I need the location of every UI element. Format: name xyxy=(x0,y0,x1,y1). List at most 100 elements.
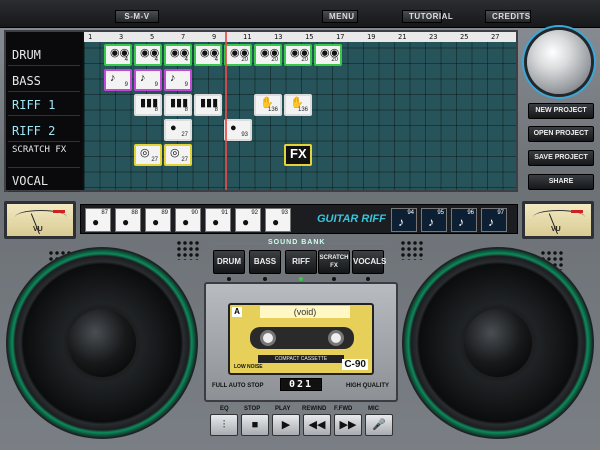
clip-number: 20 xyxy=(301,57,308,63)
clip-number: 9 xyxy=(124,82,128,88)
sample-number: 96 xyxy=(467,210,474,216)
track-label-scratch[interactable]: SCRATCH FX xyxy=(8,144,80,168)
clip-number: 4 xyxy=(154,57,158,63)
timeline-ruler[interactable]: 1 3 5 7 9 11 13 15 17 19 21 23 25 27 xyxy=(84,32,516,42)
bass-clip[interactable]: ♪ 9 xyxy=(104,69,132,91)
sample-tile[interactable]: ● 91 xyxy=(205,208,231,232)
bank-scratch-fx-button[interactable]: SCRATCH FX xyxy=(318,250,350,274)
track-label-riff2[interactable]: RIFF 2 xyxy=(8,120,80,142)
fast-forward-button[interactable]: ▶▶ xyxy=(334,414,362,436)
sample-number: 89 xyxy=(161,210,168,216)
ruler-tick: 19 xyxy=(367,33,376,41)
drum-clip[interactable]: ◉◉ 20 xyxy=(314,44,342,66)
head-icon: ● xyxy=(242,215,250,229)
mic-button[interactable]: 🎤 xyxy=(365,414,393,436)
play-icon: ▶ xyxy=(281,419,291,431)
credits-button[interactable]: CREDITS xyxy=(485,10,531,23)
bank-vocals-button[interactable]: VOCALS xyxy=(352,250,386,274)
ruler-tick: 15 xyxy=(305,33,314,41)
logo-button[interactable]: S-M-V xyxy=(115,10,159,23)
stop-label: STOP xyxy=(244,406,261,412)
sample-tile[interactable]: ● 93 xyxy=(265,208,291,232)
track-label-bass[interactable]: BASS xyxy=(8,70,80,92)
save-project-button[interactable]: SAVE PROJECT xyxy=(528,150,594,166)
eq-button[interactable]: ⫶ xyxy=(210,414,238,436)
right-speaker-cone xyxy=(464,309,532,377)
track-label-vocal[interactable]: VOCAL xyxy=(8,170,80,192)
sound-bank-title: SOUND BANK xyxy=(268,239,326,246)
tutorial-button[interactable]: TUTORIAL xyxy=(402,10,453,23)
track-label-riff1[interactable]: RIFF 1 xyxy=(8,94,80,116)
drum-clip[interactable]: ◉◉ 4 xyxy=(134,44,162,66)
vu-label: VU xyxy=(551,226,561,233)
riff1-clip[interactable]: ▮▮▮ 8 xyxy=(134,94,162,116)
clip-number: 136 xyxy=(297,107,308,113)
sample-number: 93 xyxy=(281,210,288,216)
drum-clip[interactable]: ◉◉ 4 xyxy=(104,44,132,66)
open-project-button[interactable]: OPEN PROJECT xyxy=(528,126,594,142)
drum-clip[interactable]: ◉◉ 4 xyxy=(164,44,192,66)
ruler-tick: 23 xyxy=(429,33,438,41)
sample-tile[interactable]: ♪ 97 xyxy=(481,208,507,232)
drum-clip[interactable]: ◉◉ 4 xyxy=(194,44,222,66)
sample-number: 92 xyxy=(251,210,258,216)
cassette-low-noise: LOW NOISE xyxy=(234,364,263,370)
riff1-clip[interactable]: ✋ 136 xyxy=(284,94,312,116)
sample-tile[interactable]: ● 92 xyxy=(235,208,261,232)
drum-clip[interactable]: ◉◉ 20 xyxy=(254,44,282,66)
high-quality-label: HIGH QUALITY xyxy=(346,383,389,389)
bass-clip[interactable]: ♪ 9 xyxy=(134,69,162,91)
ffwd-label: F.FWD xyxy=(334,406,353,412)
sequencer: DRUM BASS RIFF 1 RIFF 2 SCRATCH FX VOCAL… xyxy=(4,30,518,192)
scratch-clip[interactable]: ◎ 27 xyxy=(134,144,162,166)
sample-tile[interactable]: ● 89 xyxy=(145,208,171,232)
head-icon: ● xyxy=(182,215,190,229)
reel-right xyxy=(328,330,344,346)
ruler-tick: 17 xyxy=(336,33,345,41)
ruler-tick: 25 xyxy=(460,33,469,41)
track-label-drum[interactable]: DRUM xyxy=(8,44,80,66)
bank-led xyxy=(227,277,231,281)
eq-icon: ⫶ xyxy=(222,419,226,431)
bank-bass-button[interactable]: BASS xyxy=(249,250,281,274)
sample-tile[interactable]: ♪ 94 xyxy=(391,208,417,232)
clip-number: 8 xyxy=(154,107,158,113)
play-button[interactable]: ▶ xyxy=(272,414,300,436)
riff1-clip[interactable]: ▮▮▮ 8 xyxy=(164,94,192,116)
share-button[interactable]: SHARE xyxy=(528,174,594,190)
playhead[interactable] xyxy=(225,32,227,190)
sample-tile[interactable]: ● 88 xyxy=(115,208,141,232)
rewind-button[interactable]: ◀◀ xyxy=(303,414,331,436)
ruler-tick: 7 xyxy=(181,33,186,41)
bank-riff-button[interactable]: RIFF xyxy=(285,250,317,274)
record-icon: ◎ xyxy=(170,147,180,159)
sample-tile[interactable]: ● 87 xyxy=(85,208,111,232)
sample-number: 97 xyxy=(497,210,504,216)
volume-knob[interactable] xyxy=(527,30,591,94)
stop-button[interactable]: ■ xyxy=(241,414,269,436)
riff2-clip[interactable]: ● 27 xyxy=(164,119,192,141)
new-project-button[interactable]: NEW PROJECT xyxy=(528,103,594,119)
bank-drum-button[interactable]: DRUM xyxy=(213,250,245,274)
sample-tile[interactable]: ● 90 xyxy=(175,208,201,232)
head-icon: ● xyxy=(92,215,100,229)
sample-tile[interactable]: ♪ 95 xyxy=(421,208,447,232)
menu-button[interactable]: MENU xyxy=(322,10,358,23)
drum-clip[interactable]: ◉◉ 20 xyxy=(224,44,252,66)
top-bar: S-M-V MENU TUTORIAL CREDITS xyxy=(0,0,600,28)
bass-clip[interactable]: ♪ 9 xyxy=(164,69,192,91)
sample-tile[interactable]: ♪ 96 xyxy=(451,208,477,232)
clip-number: 4 xyxy=(214,57,218,63)
riff1-clip[interactable]: ▮▮▮ 8 xyxy=(194,94,222,116)
sample-number: 95 xyxy=(437,210,444,216)
speaker-holes xyxy=(176,240,200,260)
riff2-clip[interactable]: ● 93 xyxy=(224,119,252,141)
drum-clip[interactable]: ◉◉ 20 xyxy=(284,44,312,66)
clip-number: 20 xyxy=(241,57,248,63)
scratch-fx-clip[interactable]: FX xyxy=(284,144,312,166)
scratch-clip[interactable]: ◎ 27 xyxy=(164,144,192,166)
riff1-clip[interactable]: ✋ 136 xyxy=(254,94,282,116)
head-icon: ● xyxy=(152,215,160,229)
cassette-tape[interactable]: A (void) COMPACT CASSETTE LOW NOISE C-90 xyxy=(228,303,374,375)
reel-left xyxy=(260,330,276,346)
